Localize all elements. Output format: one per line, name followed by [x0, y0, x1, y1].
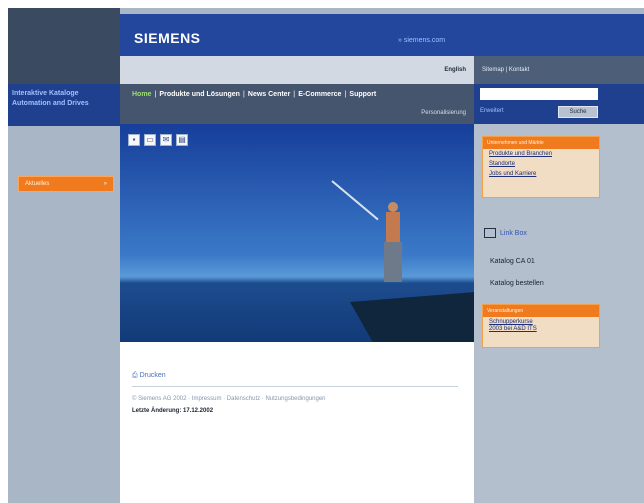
content-area: ⎙ Drucken © Siemens AG 2002 · Impressum …	[120, 342, 474, 503]
siemens-com-link[interactable]: » siemens.com	[398, 37, 445, 44]
search-input[interactable]	[480, 88, 598, 100]
printer-icon: ⎙	[132, 372, 138, 379]
left-title-line1: Interaktive Kataloge	[12, 90, 79, 97]
last-change-text: Letzte Änderung: 17.12.2002	[132, 408, 214, 414]
save-icon[interactable]: ▪	[128, 134, 140, 146]
right-sidebar: Unternehmen und Märkte Produkte und Bran…	[474, 124, 644, 503]
events-box: Veranstaltungen Schnupperkurse 2003 bei …	[482, 304, 600, 348]
events-box-title: Veranstaltungen	[483, 305, 599, 317]
boat-graphic	[350, 292, 474, 342]
advanced-search-link[interactable]: Erweitert	[480, 108, 504, 114]
search-area: Erweitert Suche	[474, 84, 644, 124]
print-icon[interactable]: ▭	[144, 134, 156, 146]
utility-links[interactable]: Sitemap | Kontakt	[482, 67, 529, 73]
siemens-logo[interactable]: SIEMENS	[134, 30, 201, 46]
event-link-line2[interactable]: 2003 bei A&D ITS	[483, 325, 599, 334]
folder-icon[interactable]: ▤	[176, 134, 188, 146]
left-title-line2: Automation and Drives	[12, 100, 89, 107]
left-top-block	[8, 8, 120, 84]
utility-bar: Sitemap | Kontakt	[474, 56, 644, 84]
catalog-ca01-link[interactable]: Katalog CA 01	[490, 258, 535, 265]
nav-home[interactable]: Home	[132, 91, 151, 98]
print-link[interactable]: ⎙ Drucken	[132, 372, 166, 380]
link-products-industries[interactable]: Produkte und Branchen	[483, 149, 599, 159]
left-orange-button[interactable]: Aktuelles »	[18, 176, 114, 192]
company-box-title: Unternehmen und Märkte	[483, 137, 599, 149]
fisherman-graphic	[382, 202, 404, 302]
fisherman-legs	[384, 242, 402, 282]
nav-links: Home | Produkte und Lösungen | News Center | E…	[132, 91, 376, 98]
language-bar: English	[120, 56, 474, 84]
chevron-right-icon: »	[103, 181, 107, 187]
link-locations[interactable]: Standorte	[483, 159, 599, 169]
catalog-order-link[interactable]: Katalog bestellen	[490, 280, 544, 287]
divider	[132, 386, 458, 387]
language-link[interactable]: English	[444, 67, 466, 73]
print-link-label: Drucken	[139, 372, 166, 379]
hero-image: ▪ ▭ ✉ ▤	[120, 124, 474, 342]
personalization-link[interactable]: Personalisierung	[421, 110, 466, 116]
company-box: Unternehmen und Märkte Produkte und Bran…	[482, 136, 600, 198]
fisherman-body	[386, 212, 400, 242]
email-icon[interactable]: ✉	[160, 134, 172, 146]
cart-icon	[484, 228, 496, 238]
copyright-text: © Siemens AG 2002 · Impressum · Datensch…	[132, 396, 326, 402]
main-nav: Home | Produkte und Lösungen | News Center | E…	[120, 84, 474, 124]
left-sidebar-title: Interaktive Kataloge Automation and Driv…	[8, 84, 120, 126]
nav-separator: |	[154, 91, 157, 98]
link-box-row[interactable]: Link Box	[484, 228, 527, 238]
header-bar: SIEMENS » siemens.com	[120, 14, 644, 56]
link-jobs[interactable]: Jobs und Karriere	[483, 169, 599, 179]
nav-support[interactable]: Support	[349, 91, 376, 98]
nav-separator: |	[242, 91, 245, 98]
link-box-label: Link Box	[500, 229, 527, 237]
fishing-rod-graphic	[331, 180, 379, 221]
nav-separator: |	[293, 91, 296, 98]
nav-news[interactable]: News Center	[248, 91, 290, 98]
event-link-line1[interactable]: Schnupperkurse	[483, 317, 599, 325]
left-orange-label: Aktuelles	[25, 181, 50, 187]
fisherman-head	[388, 202, 398, 212]
nav-products[interactable]: Produkte und Lösungen	[159, 91, 240, 98]
hero-toolbar: ▪ ▭ ✉ ▤	[128, 134, 188, 146]
search-button[interactable]: Suche	[558, 106, 598, 118]
nav-ecommerce[interactable]: E-Commerce	[298, 91, 341, 98]
nav-separator: |	[344, 91, 347, 98]
